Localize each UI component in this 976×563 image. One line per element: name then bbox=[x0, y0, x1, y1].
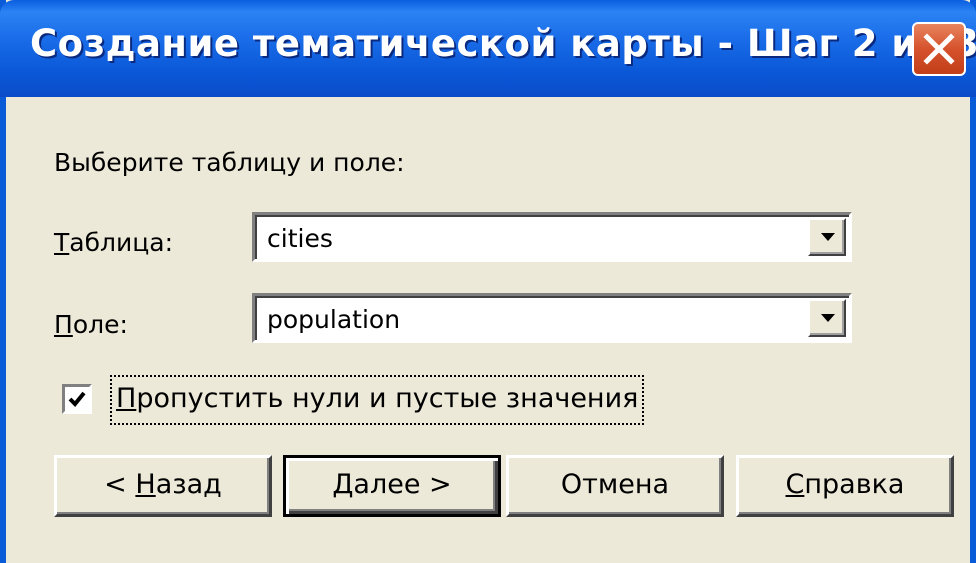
chevron-down-icon bbox=[821, 314, 835, 322]
title-bar[interactable]: Создание тематической карты - Шаг 2 из 3 bbox=[0, 0, 976, 97]
close-button[interactable] bbox=[912, 22, 966, 76]
field-select-dropdown-button[interactable] bbox=[808, 299, 846, 337]
field-label-accel: П bbox=[54, 310, 73, 339]
next-accel: Д bbox=[332, 469, 354, 500]
back-prefix: < bbox=[104, 469, 136, 500]
skip-empty-checkbox-label[interactable]: Пропустить нули и пустые значения bbox=[110, 375, 645, 425]
table-select-dropdown-button[interactable] bbox=[808, 218, 846, 256]
back-rest: азад bbox=[155, 469, 222, 500]
back-accel: Н bbox=[135, 469, 156, 500]
field-select-value: population bbox=[267, 305, 401, 334]
field-select[interactable]: population bbox=[252, 293, 852, 343]
cancel-button[interactable]: Отмена bbox=[506, 455, 724, 517]
back-button[interactable]: < Назад bbox=[54, 455, 272, 517]
chevron-down-icon bbox=[821, 233, 835, 241]
close-icon bbox=[923, 33, 955, 65]
table-label: Таблица: bbox=[54, 228, 173, 257]
skip-empty-checkbox[interactable] bbox=[62, 384, 92, 414]
next-rest: алее > bbox=[353, 469, 452, 500]
dialog-window: Создание тематической карты - Шаг 2 из 3… bbox=[0, 0, 976, 563]
help-rest: правка bbox=[804, 469, 905, 500]
table-label-rest: аблица: bbox=[69, 228, 174, 257]
window-title: Создание тематической карты - Шаг 2 из 3 bbox=[30, 22, 976, 65]
help-button[interactable]: Справка bbox=[736, 455, 954, 517]
checkmark-icon bbox=[68, 391, 86, 407]
skip-label-rest: ропустить нули и пустые значения bbox=[136, 383, 639, 414]
table-select-value: cities bbox=[267, 224, 333, 253]
help-accel: С bbox=[785, 469, 805, 500]
field-label-rest: оле: bbox=[72, 310, 128, 339]
table-label-accel: Т bbox=[54, 228, 70, 257]
field-label: Поле: bbox=[54, 310, 128, 339]
table-select[interactable]: cities bbox=[252, 212, 852, 262]
cancel-label: Отмена bbox=[560, 469, 670, 500]
skip-label-accel: П bbox=[116, 383, 137, 414]
next-button[interactable]: Далее > bbox=[283, 455, 501, 517]
instruction-text: Выберите таблицу и поле: bbox=[54, 148, 405, 177]
